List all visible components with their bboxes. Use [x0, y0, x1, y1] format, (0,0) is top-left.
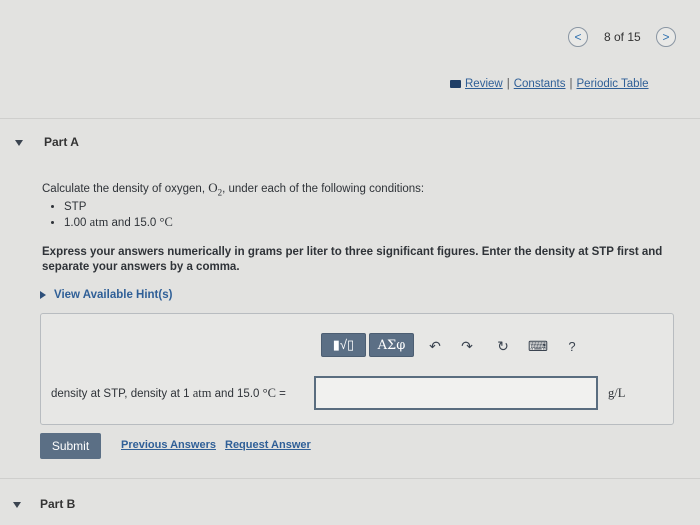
symbols-button[interactable]: ΑΣφ: [369, 333, 414, 357]
previous-question-button[interactable]: <: [568, 27, 588, 47]
help-icon[interactable]: ?: [564, 337, 580, 355]
view-hints-link[interactable]: View Available Hint(s): [40, 289, 172, 301]
page-counter: 8 of 15: [604, 30, 641, 44]
square-root-icon: ▮√▯: [332, 337, 355, 352]
greek-symbols-icon: ΑΣφ: [377, 337, 406, 353]
resource-links: Review | Constants | Periodic Table: [450, 78, 649, 90]
submit-button[interactable]: Submit: [40, 433, 101, 459]
answer-unit: g/L: [608, 386, 626, 400]
chevron-left-icon: <: [574, 30, 582, 44]
conditions-list: STP 1.00 atm and 15.0 °C: [46, 199, 173, 232]
constants-link[interactable]: Constants: [514, 78, 566, 90]
keyboard-icon[interactable]: ⌨: [528, 337, 548, 355]
review-link[interactable]: Review: [465, 78, 503, 90]
caret-right-icon: [40, 290, 46, 299]
divider: [0, 478, 700, 479]
answer-input[interactable]: [314, 376, 598, 410]
next-question-button[interactable]: >: [656, 27, 676, 47]
question-text: Calculate the density of oxygen, O2, und…: [42, 180, 425, 198]
request-answer-link[interactable]: Request Answer: [225, 439, 311, 451]
condition-stp: STP: [64, 201, 173, 213]
instruction-text: Express your answers numerically in gram…: [42, 246, 663, 273]
previous-answers-link[interactable]: Previous Answers: [121, 439, 216, 451]
book-icon: [450, 79, 461, 88]
part-a-title: Part A: [44, 135, 79, 149]
answer-label: density at STP, density at 1 atm and 15.…: [51, 386, 286, 400]
collapse-part-a-icon[interactable]: [15, 140, 23, 146]
undo-icon[interactable]: ↶: [426, 337, 444, 355]
redo-icon[interactable]: ↷: [458, 337, 476, 355]
templates-button[interactable]: ▮√▯: [321, 333, 366, 357]
chevron-right-icon: >: [662, 30, 670, 44]
collapse-part-b-icon[interactable]: [13, 502, 21, 508]
reset-icon[interactable]: ↻: [494, 337, 512, 355]
part-b-title: Part B: [40, 497, 76, 511]
condition-custom: 1.00 atm and 15.0 °C: [64, 215, 173, 230]
divider: [0, 118, 700, 119]
oxygen-formula: O2: [208, 180, 223, 198]
periodic-table-link[interactable]: Periodic Table: [577, 78, 649, 90]
